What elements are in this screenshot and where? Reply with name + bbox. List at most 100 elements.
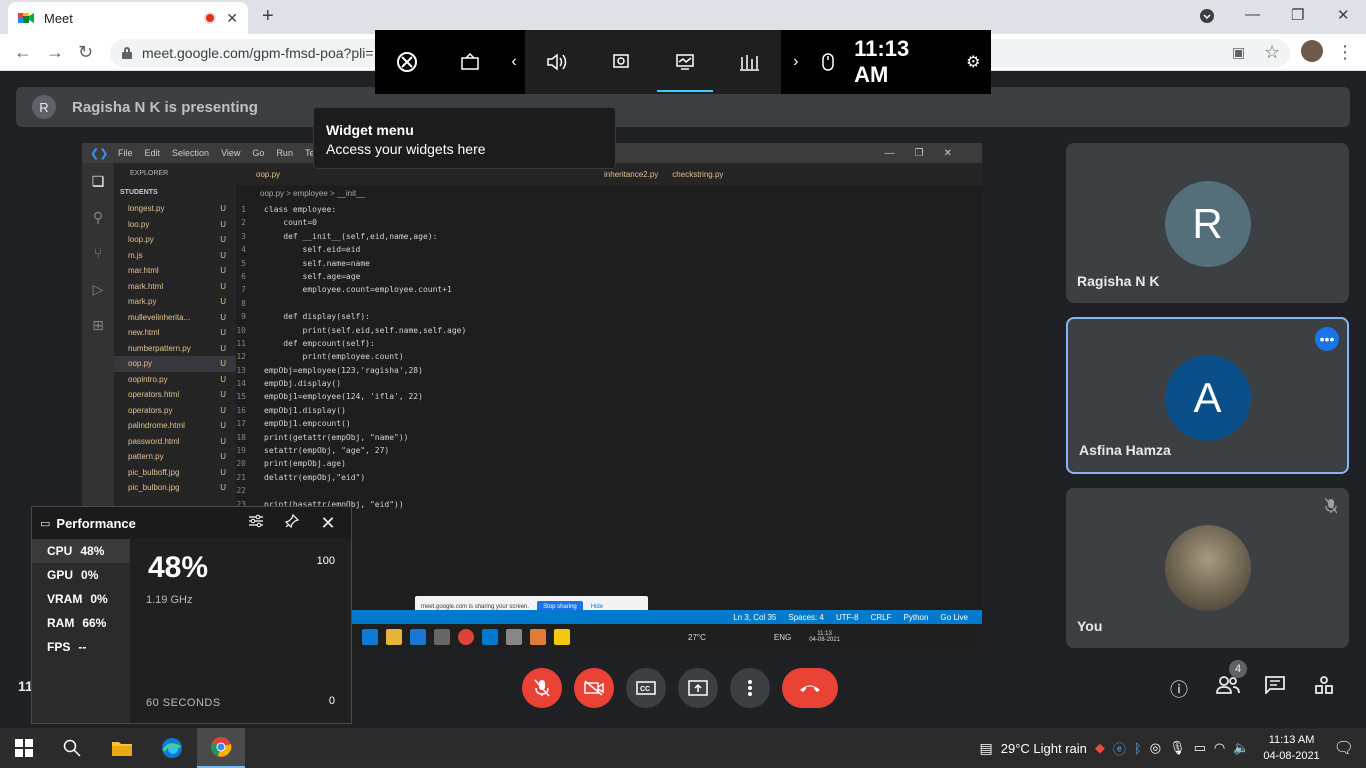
audio-icon[interactable] — [525, 30, 589, 94]
pin-icon[interactable] — [277, 513, 307, 533]
metric-ram[interactable]: RAM 66% — [32, 611, 130, 635]
people-icon[interactable] — [1216, 676, 1240, 699]
run-debug-icon[interactable]: ▷ — [82, 271, 114, 307]
activities-icon[interactable] — [1314, 676, 1334, 699]
tab-checkstring[interactable]: checkstring.py — [672, 170, 723, 179]
file-item[interactable]: m.js U — [114, 248, 236, 264]
file-item[interactable]: operators.html U — [114, 387, 236, 403]
tab-oop[interactable]: oop.py — [256, 170, 280, 179]
file-item[interactable]: oopintro.py U — [114, 372, 236, 388]
file-item[interactable]: longest.py U — [114, 201, 236, 217]
restore-icon[interactable]: ❐ — [1291, 6, 1304, 24]
status-encoding[interactable]: UTF-8 — [836, 613, 859, 622]
status-cursor[interactable]: Ln 3, Col 35 — [733, 613, 776, 622]
performance-icon[interactable] — [653, 30, 717, 94]
metric-vram[interactable]: VRAM 0% — [32, 587, 130, 611]
file-item[interactable]: mar.html U — [114, 263, 236, 279]
forward-icon[interactable]: → — [46, 42, 64, 63]
camera-tray-icon[interactable]: ◎ — [1150, 740, 1161, 756]
capture-icon[interactable] — [439, 30, 503, 94]
status-golive[interactable]: Go Live — [940, 613, 968, 622]
file-item[interactable]: loo.py U — [114, 217, 236, 233]
more-options-icon[interactable]: ••• — [1315, 327, 1339, 351]
browser-tab-meet[interactable]: Meet ✕ — [8, 2, 248, 34]
chrome-icon[interactable] — [197, 728, 245, 768]
file-item[interactable]: pattern.py U — [114, 449, 236, 465]
file-item[interactable]: pic_bulbon.jpg U — [114, 480, 236, 496]
file-item[interactable]: new.html U — [114, 325, 236, 341]
explorer-icon[interactable]: ❏ — [82, 163, 114, 199]
settings-icon[interactable]: ⚙ — [955, 30, 991, 94]
participant-tile-asfina[interactable]: ••• A Asfina Hamza — [1066, 317, 1349, 474]
edge-tray-icon[interactable]: ⓔ — [1113, 739, 1126, 758]
start-icon[interactable] — [0, 728, 48, 768]
battery-icon[interactable]: ▭ — [1194, 740, 1206, 756]
captions-button[interactable]: CC — [626, 668, 666, 708]
metric-fps[interactable]: FPS -- — [32, 635, 130, 659]
meeting-details-icon[interactable]: ⓘ — [1170, 676, 1188, 702]
weather-text[interactable]: 29°C Light rain — [1001, 741, 1087, 756]
file-item[interactable]: password.html U — [114, 434, 236, 450]
volume-icon[interactable]: 🔈 — [1233, 740, 1249, 756]
file-item[interactable]: numberpattern.py U — [114, 341, 236, 357]
search-icon[interactable]: ⚲ — [82, 199, 114, 235]
file-item[interactable]: loop.py U — [114, 232, 236, 248]
file-item[interactable]: palindrome.html U — [114, 418, 236, 434]
present-button[interactable] — [678, 668, 718, 708]
news-weather-icon[interactable]: ▤ — [980, 740, 993, 757]
camera-toggle-button[interactable] — [574, 668, 614, 708]
status-language[interactable]: Python — [904, 613, 929, 622]
edge-icon[interactable] — [148, 728, 196, 768]
menu-run[interactable]: Run — [276, 148, 293, 158]
notifications-icon[interactable]: 🗨 — [1334, 738, 1354, 758]
tab-search-icon[interactable] — [1199, 8, 1215, 28]
resources-icon[interactable] — [717, 30, 781, 94]
end-call-button[interactable] — [782, 668, 838, 708]
close-window-icon[interactable]: ✕ — [1337, 6, 1350, 24]
menu-go[interactable]: Go — [252, 148, 264, 158]
menu-file[interactable]: File — [118, 148, 133, 158]
file-item[interactable]: mark.html U — [114, 279, 236, 295]
camera-blocked-icon[interactable]: ▣ — [1232, 44, 1245, 61]
more-options-button[interactable] — [730, 668, 770, 708]
profile-avatar[interactable] — [1301, 40, 1323, 62]
metric-cpu[interactable]: CPU 48% — [32, 539, 130, 563]
chrome-menu-icon[interactable]: ⋮ — [1336, 42, 1354, 63]
file-item[interactable]: mark.py U — [114, 294, 236, 310]
reload-icon[interactable]: ↻ — [78, 42, 93, 63]
participant-tile-you[interactable]: You — [1066, 488, 1349, 648]
menu-edit[interactable]: Edit — [145, 148, 161, 158]
xbox-icon[interactable] — [375, 30, 439, 94]
chat-icon[interactable] — [1265, 676, 1285, 699]
menu-view[interactable]: View — [221, 148, 240, 158]
taskbar-clock[interactable]: 11:13 AM 04-08-2021 — [1257, 732, 1325, 764]
bookmark-star-icon[interactable]: ☆ — [1264, 42, 1280, 63]
file-item[interactable]: operators.py U — [114, 403, 236, 419]
metric-gpu[interactable]: GPU 0% — [32, 563, 130, 587]
bluetooth-icon[interactable]: ᛒ — [1134, 741, 1142, 756]
back-icon[interactable]: ← — [14, 42, 32, 63]
file-explorer-icon[interactable] — [98, 728, 146, 768]
options-icon[interactable] — [241, 514, 271, 533]
mic-toggle-button[interactable] — [522, 668, 562, 708]
menu-selection[interactable]: Selection — [172, 148, 209, 158]
file-item[interactable]: pic_bulboff.jpg U — [114, 465, 236, 481]
status-spaces[interactable]: Spaces: 4 — [788, 613, 824, 622]
participant-tile-ragisha[interactable]: R Ragisha N K — [1066, 143, 1349, 303]
new-tab-button[interactable]: + — [262, 5, 274, 28]
file-item[interactable]: mullevelinherita... U — [114, 310, 236, 326]
prev-icon[interactable]: ‹ — [503, 30, 525, 94]
file-item[interactable]: oop.py U — [114, 356, 236, 372]
capture-widget-icon[interactable] — [589, 30, 653, 94]
extensions-icon[interactable]: ⊞ — [82, 307, 114, 343]
mouse-icon[interactable] — [811, 30, 847, 94]
source-control-icon[interactable]: ⑂ — [82, 235, 114, 271]
mic-tray-icon[interactable]: 🎙 — [1169, 740, 1186, 756]
close-icon[interactable]: ✕ — [313, 513, 343, 534]
status-eol[interactable]: CRLF — [871, 613, 892, 622]
next-icon[interactable]: › — [781, 30, 811, 94]
tab-inheritance2[interactable]: inheritance2.py — [604, 170, 658, 179]
wifi-icon[interactable]: ◠ — [1214, 740, 1225, 756]
close-tab-icon[interactable]: ✕ — [226, 10, 238, 27]
explorer-root[interactable]: STUDENTS — [114, 185, 236, 201]
